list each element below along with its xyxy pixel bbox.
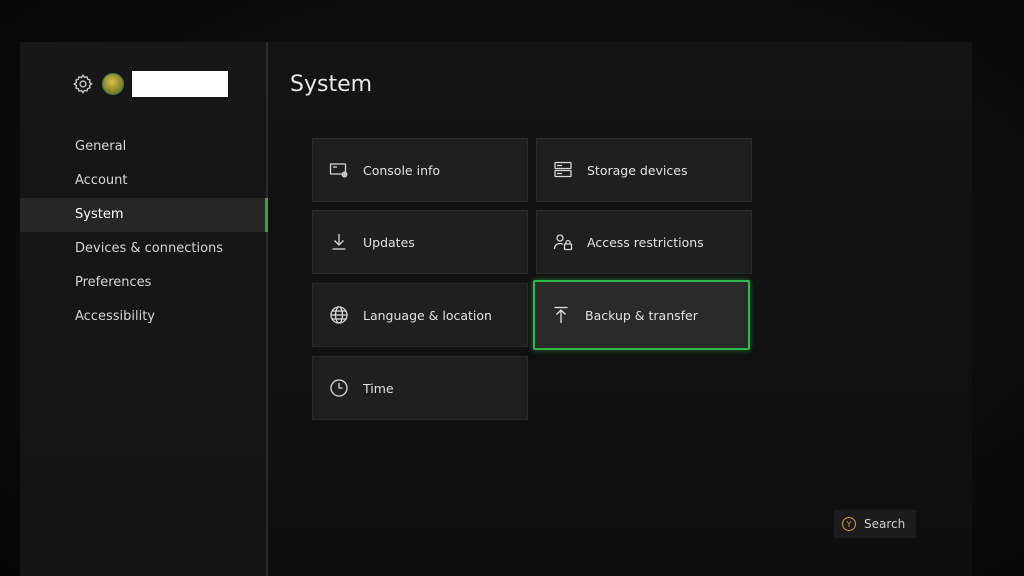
tile-label: Backup & transfer	[585, 307, 698, 323]
avatar[interactable]	[102, 73, 124, 95]
user-lock-icon	[553, 234, 573, 251]
sidebar-nav: General Account System Devices & connect…	[20, 130, 268, 334]
tile-language-location[interactable]: Language & location	[312, 283, 528, 347]
tile-label: Time	[363, 380, 394, 396]
sidebar-item-system[interactable]: System	[20, 198, 268, 232]
sidebar-item-accessibility[interactable]: Accessibility	[20, 300, 266, 334]
storage-icon	[554, 161, 572, 178]
tile-label: Updates	[363, 234, 415, 250]
tile-backup-transfer[interactable]: Backup & transfer	[533, 280, 750, 350]
system-tiles-grid: Console info Storage devices Updates Acc…	[312, 138, 752, 428]
profile-row	[72, 71, 228, 97]
sidebar-item-devices-connections[interactable]: Devices & connections	[20, 232, 266, 266]
clock-icon	[330, 379, 348, 397]
sidebar-item-account[interactable]: Account	[20, 164, 266, 198]
tile-label: Console info	[363, 162, 441, 178]
tile-updates[interactable]: Updates	[312, 210, 528, 274]
tile-label: Language & location	[363, 307, 492, 323]
tile-access-restrictions[interactable]: Access restrictions	[536, 210, 752, 274]
settings-screen: General Account System Devices & connect…	[20, 42, 972, 576]
tv-frame: General Account System Devices & connect…	[0, 0, 1024, 576]
globe-icon	[330, 306, 348, 324]
y-button-icon: Y	[842, 517, 856, 531]
page-title: System	[290, 72, 373, 97]
tile-label: Access restrictions	[587, 234, 704, 250]
tile-console-info[interactable]: Console info	[312, 138, 528, 202]
gamertag	[132, 71, 228, 97]
upload-icon	[554, 306, 568, 323]
tile-label: Storage devices	[587, 162, 688, 178]
sidebar: General Account System Devices & connect…	[20, 42, 268, 576]
search-label: Search	[864, 517, 906, 531]
tile-storage-devices[interactable]: Storage devices	[536, 138, 752, 202]
sidebar-item-preferences[interactable]: Preferences	[20, 266, 266, 300]
search-button[interactable]: Y Search	[834, 510, 916, 538]
gear-icon	[73, 74, 93, 94]
tile-time[interactable]: Time	[312, 356, 528, 420]
download-icon	[332, 234, 346, 250]
sidebar-item-general[interactable]: General	[20, 130, 266, 164]
console-info-icon	[329, 163, 348, 178]
